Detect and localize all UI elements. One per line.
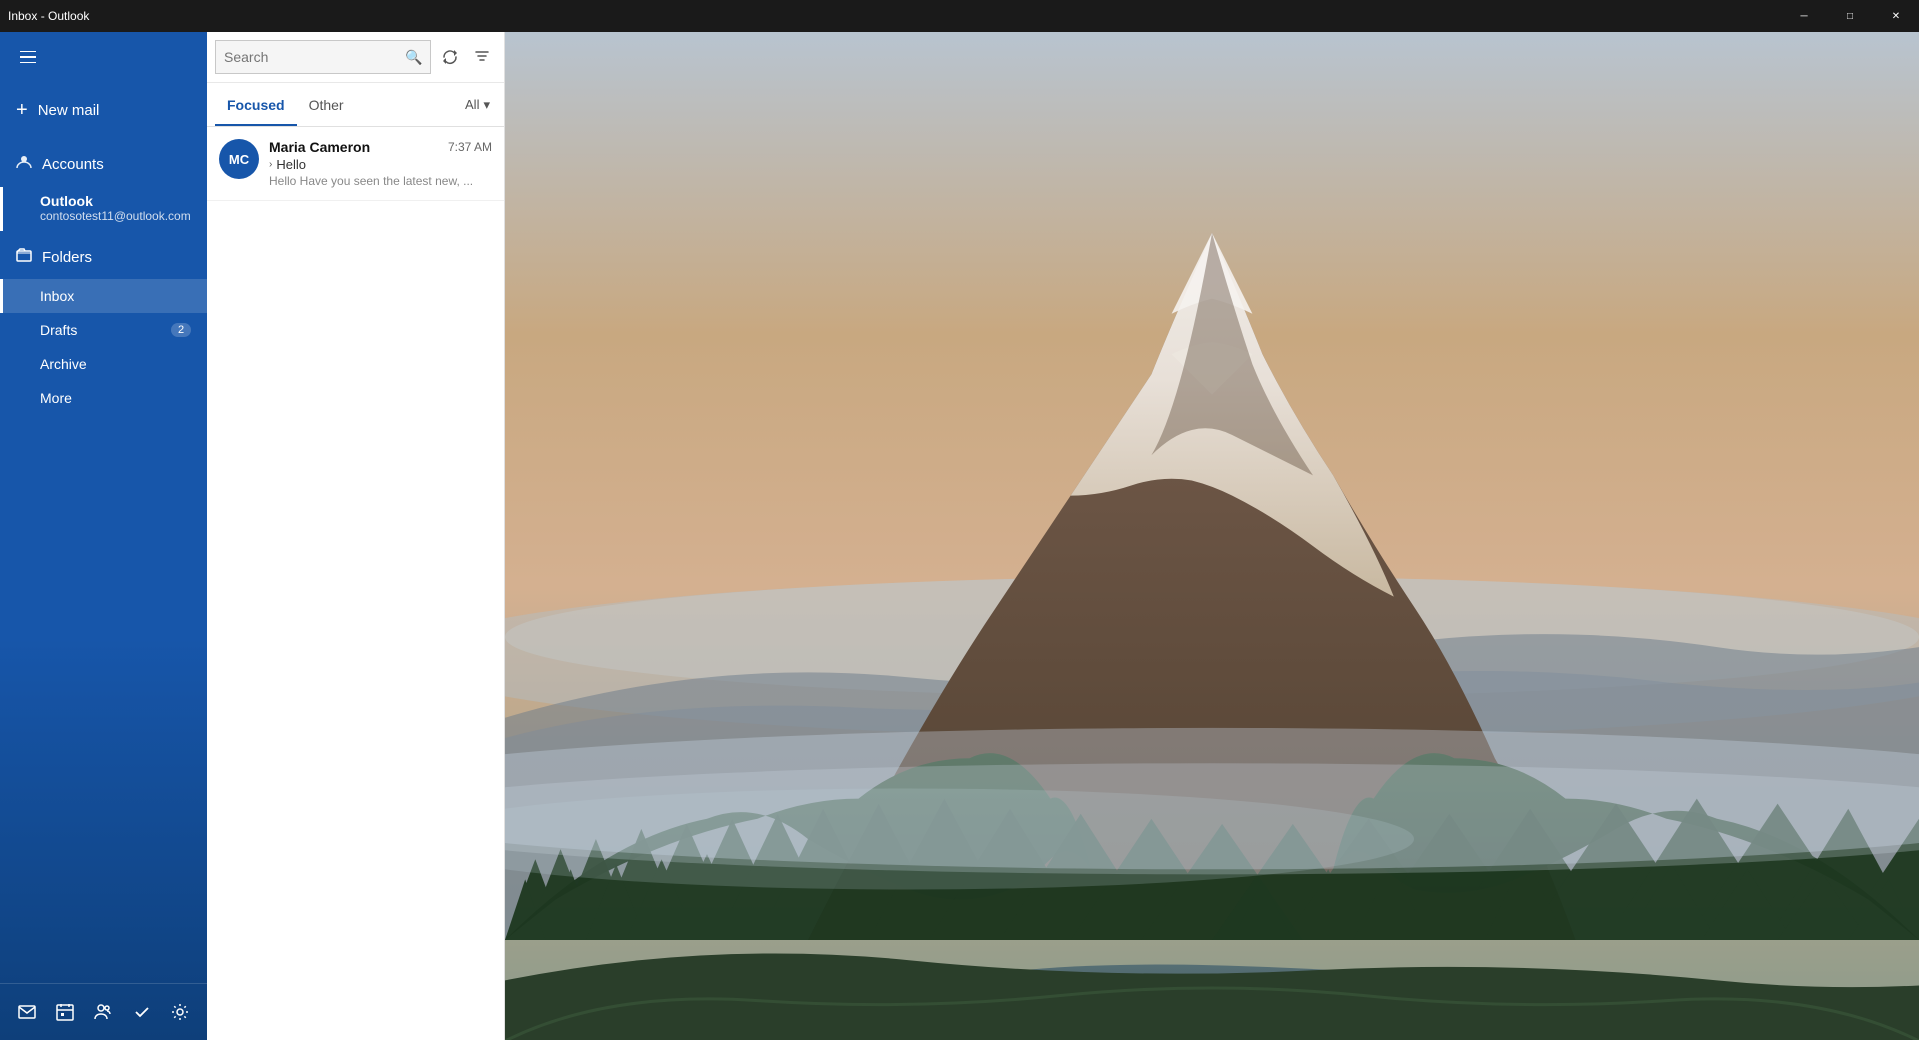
new-mail-plus-icon: + xyxy=(16,99,28,122)
sender-avatar: MC xyxy=(219,139,259,179)
close-button[interactable]: ✕ xyxy=(1873,0,1919,32)
accounts-section: Accounts xyxy=(0,138,207,187)
active-indicator xyxy=(0,187,3,231)
other-tab-label: Other xyxy=(309,97,344,113)
calendar-nav-icon[interactable] xyxy=(47,994,83,1030)
mail-time: 7:37 AM xyxy=(448,140,492,154)
avatar-initials: MC xyxy=(229,152,249,167)
mail-item-body: Maria Cameron 7:37 AM › Hello Hello Have… xyxy=(269,139,492,188)
mail-toolbar: 🔍 xyxy=(207,32,504,83)
new-mail-button[interactable]: + New mail xyxy=(0,82,207,138)
restore-button[interactable]: □ xyxy=(1827,0,1873,32)
filter-dropdown[interactable]: All ▾ xyxy=(459,93,496,117)
background-image xyxy=(505,32,1919,1040)
folder-item-archive[interactable]: Archive xyxy=(0,347,207,381)
reading-pane xyxy=(505,32,1919,1040)
account-email: contosotest11@outlook.com xyxy=(40,209,199,223)
account-item-outlook[interactable]: Outlook contosotest11@outlook.com xyxy=(0,187,207,231)
hamburger-line-2 xyxy=(20,56,36,58)
thread-chevron-icon: › xyxy=(269,159,272,170)
accounts-label: Accounts xyxy=(42,156,104,173)
folders-section: Folders xyxy=(0,231,207,279)
folders-icon xyxy=(16,247,32,267)
folders-section-header[interactable]: Folders xyxy=(16,239,207,275)
tasks-nav-icon[interactable] xyxy=(124,994,160,1030)
accounts-section-header[interactable]: Accounts xyxy=(16,146,207,183)
mail-tabs: Focused Other All ▾ xyxy=(207,83,504,127)
folders-label: Folders xyxy=(42,249,92,266)
drafts-label: Drafts xyxy=(40,322,77,338)
hamburger-button[interactable] xyxy=(8,37,48,77)
settings-nav-icon[interactable] xyxy=(162,994,198,1030)
app-title: Inbox - Outlook xyxy=(8,9,89,23)
new-mail-label: New mail xyxy=(38,102,100,119)
people-nav-icon[interactable] xyxy=(85,994,121,1030)
drafts-badge: 2 xyxy=(171,323,191,337)
mail-panel: 🔍 Focused Other xyxy=(207,32,505,1040)
mail-subject: Hello xyxy=(276,157,306,172)
mail-preview: Hello Have you seen the latest new, ... xyxy=(269,174,492,188)
search-input[interactable] xyxy=(224,49,405,65)
account-item-wrapper: Outlook contosotest11@outlook.com xyxy=(0,187,207,231)
sidebar-content: + New mail Accounts xyxy=(0,32,207,1040)
tab-focused[interactable]: Focused xyxy=(215,83,297,126)
mail-item-header: Maria Cameron 7:37 AM xyxy=(269,139,492,155)
more-label: More xyxy=(40,390,72,406)
search-box[interactable]: 🔍 xyxy=(215,40,431,74)
sidebar-bottom-nav xyxy=(0,983,207,1040)
account-name: Outlook xyxy=(40,193,199,209)
inbox-label: Inbox xyxy=(40,288,74,304)
app-container: + New mail Accounts xyxy=(0,32,1919,1040)
tab-other[interactable]: Other xyxy=(297,83,356,126)
chevron-down-icon: ▾ xyxy=(483,97,490,113)
folder-item-inbox[interactable]: Inbox xyxy=(0,279,207,313)
sync-button[interactable] xyxy=(435,40,463,74)
hamburger-line-1 xyxy=(20,51,36,53)
mail-nav-icon[interactable] xyxy=(9,994,45,1030)
minimize-button[interactable]: ─ xyxy=(1781,0,1827,32)
mail-sender: Maria Cameron xyxy=(269,139,370,155)
hamburger-line-3 xyxy=(20,62,36,64)
sidebar-header xyxy=(0,32,207,82)
sidebar: + New mail Accounts xyxy=(0,32,207,1040)
title-bar: Inbox - Outlook ─ □ ✕ xyxy=(0,0,1919,32)
mail-subject-row: › Hello xyxy=(269,157,492,172)
folder-item-more[interactable]: More xyxy=(0,381,207,415)
accounts-icon xyxy=(16,154,32,175)
filter-label: All xyxy=(465,97,479,112)
mail-list: MC Maria Cameron 7:37 AM › Hello Hello H… xyxy=(207,127,504,1040)
folder-item-drafts[interactable]: Drafts 2 xyxy=(0,313,207,347)
archive-label: Archive xyxy=(40,356,87,372)
mail-item[interactable]: MC Maria Cameron 7:37 AM › Hello Hello H… xyxy=(207,127,504,201)
filter-button[interactable] xyxy=(468,40,496,74)
search-icon[interactable]: 🔍 xyxy=(405,49,422,66)
window-controls: ─ □ ✕ xyxy=(1781,0,1919,32)
focused-tab-label: Focused xyxy=(227,97,285,113)
